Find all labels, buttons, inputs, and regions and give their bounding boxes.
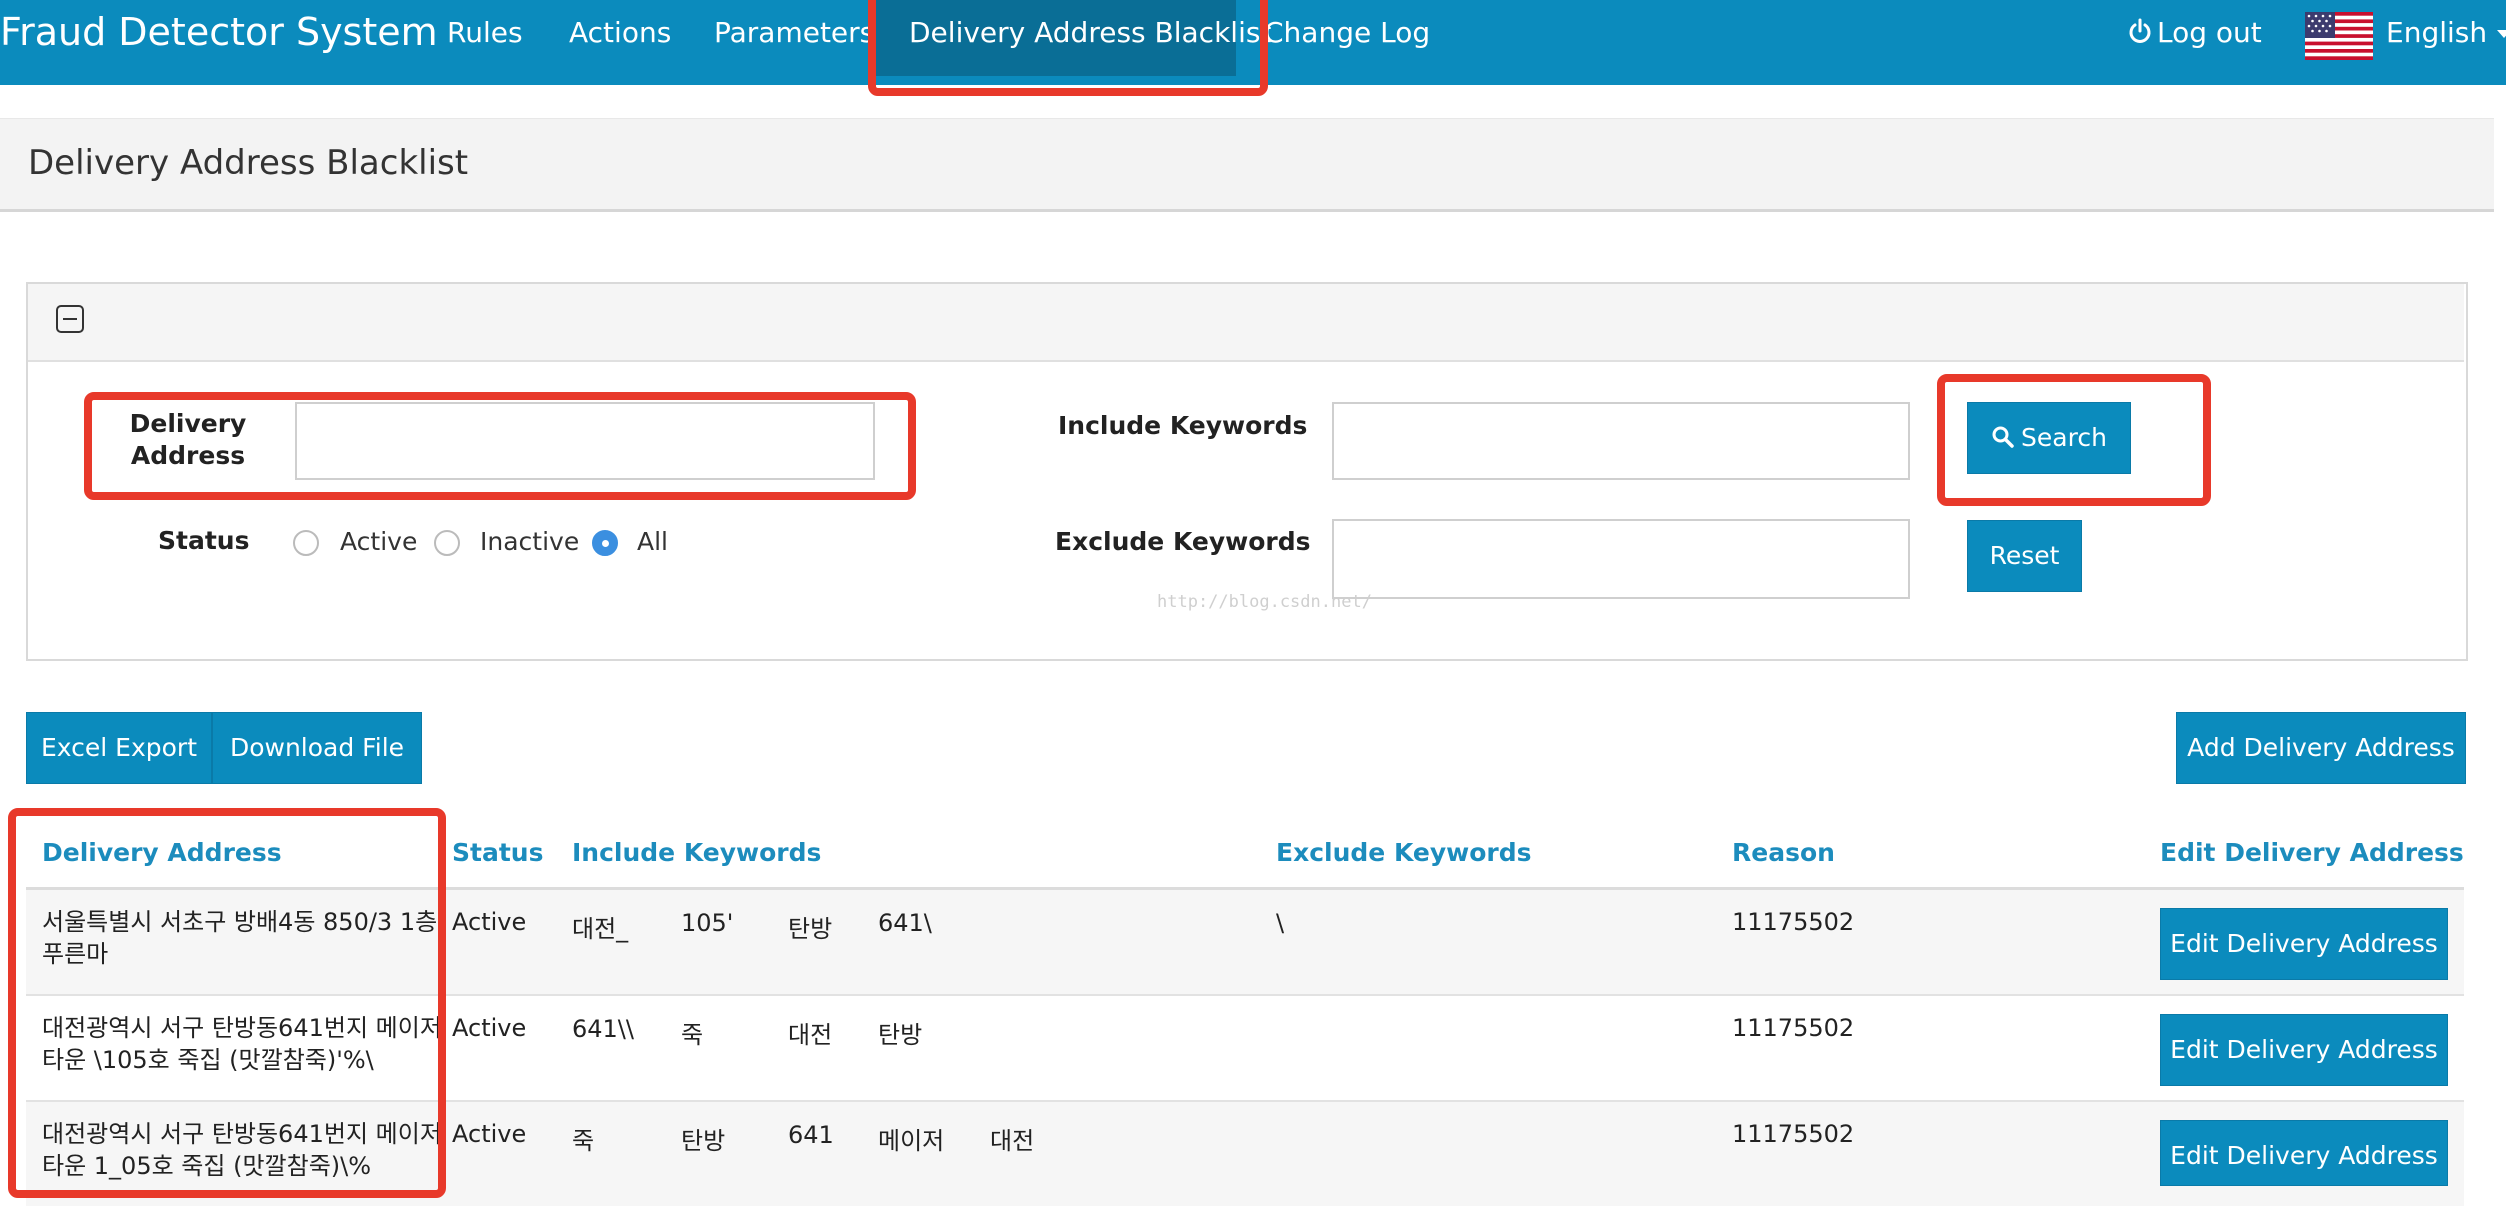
- status-active-label[interactable]: Active: [340, 527, 417, 556]
- nav-parameters[interactable]: Parameters: [714, 0, 874, 65]
- excel-export-button[interactable]: Excel Export: [26, 712, 212, 784]
- highlight-delivery-address-column: [8, 808, 446, 1198]
- row-reason: 11175502: [1732, 1014, 1855, 1042]
- row-keyword: 죽: [572, 1127, 595, 1155]
- status-all-radio[interactable]: [592, 530, 618, 556]
- highlight-nav-blacklist: [868, 0, 1268, 96]
- row-keyword: 대전: [788, 1021, 833, 1049]
- row-status: Active: [452, 1014, 527, 1042]
- edit-delivery-address-button[interactable]: Edit Delivery Address: [2160, 1120, 2448, 1186]
- include-keywords-label: Include Keywords: [1058, 411, 1308, 440]
- row-keyword: 대전: [990, 1127, 1035, 1155]
- row-reason: 11175502: [1732, 1120, 1855, 1148]
- highlight-delivery-address-field: [84, 392, 916, 500]
- row-keyword: 105': [681, 909, 734, 937]
- row-keyword: 탄방: [681, 1127, 726, 1155]
- th-include-keywords[interactable]: Include Keywords: [572, 838, 821, 867]
- row-keyword: 메이저: [878, 1127, 945, 1155]
- th-status[interactable]: Status: [452, 838, 543, 867]
- row-keyword: 탄방: [878, 1021, 923, 1049]
- include-keywords-input[interactable]: [1332, 402, 1910, 480]
- download-file-button[interactable]: Download File: [212, 712, 422, 784]
- row-keyword: 죽: [681, 1021, 704, 1049]
- row-exclude: \: [1276, 909, 1285, 937]
- row-reason: 11175502: [1732, 908, 1855, 936]
- row-status: Active: [452, 908, 527, 936]
- status-label: Status: [158, 526, 250, 555]
- exclude-keywords-input[interactable]: [1332, 519, 1910, 599]
- search-panel-header: [28, 284, 2464, 362]
- add-delivery-address-button[interactable]: Add Delivery Address: [2176, 712, 2466, 784]
- chevron-down-icon: [2497, 30, 2506, 38]
- th-reason[interactable]: Reason: [1732, 838, 1835, 867]
- language-label: English: [2386, 16, 2488, 49]
- page-title: Delivery Address Blacklist: [28, 143, 469, 183]
- nav-rules[interactable]: Rules: [447, 0, 523, 65]
- power-icon[interactable]: [2127, 17, 2153, 47]
- nav-change-log[interactable]: Change Log: [1264, 0, 1430, 65]
- reset-button[interactable]: Reset: [1967, 520, 2082, 592]
- status-inactive-radio[interactable]: [434, 530, 460, 556]
- language-selector[interactable]: English: [2386, 0, 2506, 65]
- th-exclude-keywords[interactable]: Exclude Keywords: [1276, 838, 1532, 867]
- th-edit-delivery-address: Edit Delivery Address: [2160, 838, 2464, 867]
- exclude-keywords-label: Exclude Keywords: [1055, 527, 1311, 556]
- collapse-icon[interactable]: [56, 305, 84, 333]
- row-keyword: 641\: [878, 909, 932, 937]
- status-inactive-label[interactable]: Inactive: [480, 527, 579, 556]
- row-keyword: 대전_: [572, 915, 629, 943]
- status-active-radio[interactable]: [293, 530, 319, 556]
- row-keyword: 641\\: [572, 1015, 634, 1043]
- status-all-label[interactable]: All: [637, 527, 668, 556]
- edit-delivery-address-button[interactable]: Edit Delivery Address: [2160, 1014, 2448, 1086]
- row-status: Active: [452, 1120, 527, 1148]
- highlight-search-button: [1937, 374, 2211, 506]
- row-keyword: 641: [788, 1121, 834, 1149]
- nav-actions[interactable]: Actions: [569, 0, 671, 65]
- watermark: http://blog.csdn.net/: [1157, 592, 1372, 612]
- logout-link[interactable]: Log out: [2157, 0, 2262, 65]
- edit-delivery-address-button[interactable]: Edit Delivery Address: [2160, 908, 2448, 980]
- row-keyword: 탄방: [788, 915, 833, 943]
- app-brand[interactable]: Fraud Detector System: [0, 0, 438, 65]
- us-flag-icon[interactable]: [2305, 12, 2373, 60]
